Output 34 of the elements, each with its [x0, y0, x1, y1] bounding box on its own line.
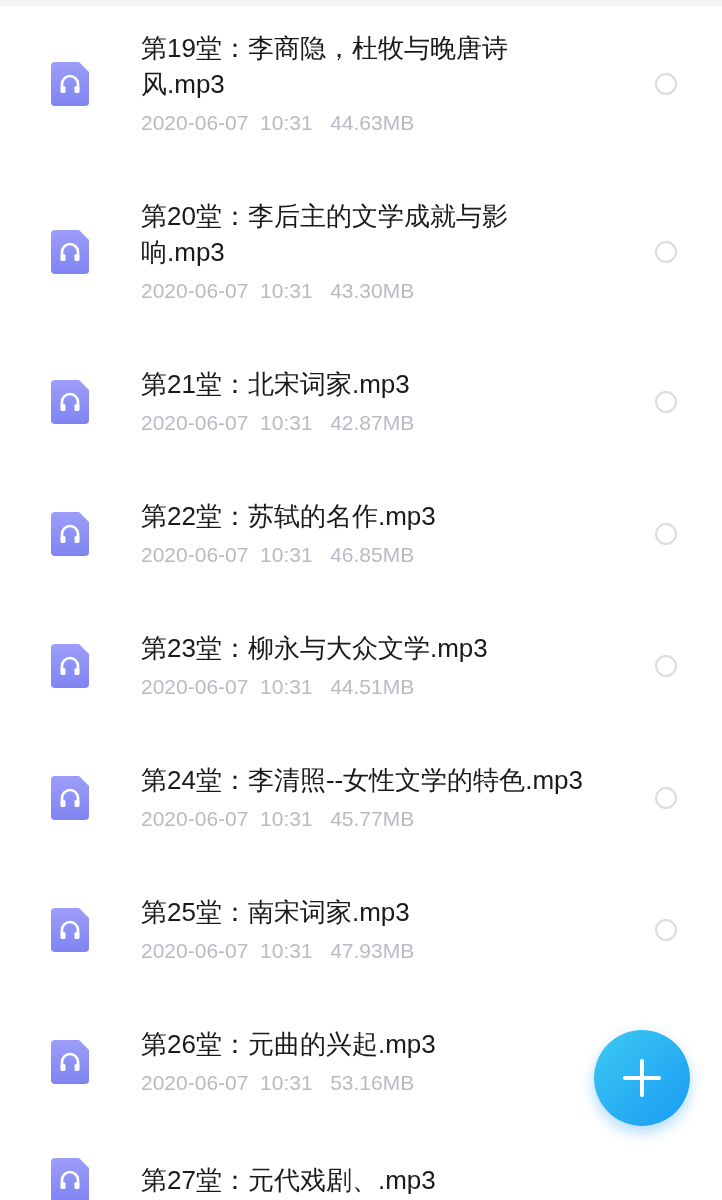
audio-file-icon: [51, 380, 89, 424]
audio-file-icon: [51, 1040, 89, 1084]
select-radio[interactable]: [655, 523, 677, 545]
file-meta: 2020-06-07 10:31 53.16MB: [141, 1070, 416, 1096]
select-radio[interactable]: [655, 919, 677, 941]
file-meta: 2020-06-07 10:31 45.77MB: [141, 806, 416, 832]
audio-file-icon: [51, 644, 89, 688]
file-meta: 2020-06-07 10:31 47.93MB: [141, 938, 416, 964]
select-radio[interactable]: [655, 655, 677, 677]
file-name[interactable]: 第27堂：元代戏剧、.mp3: [141, 1162, 436, 1198]
select-radio[interactable]: [655, 391, 677, 413]
file-meta: 2020-06-07 10:31 42.87MB: [141, 410, 416, 436]
file-meta: 2020-06-07 10:31 44.63MB: [141, 110, 416, 136]
file-meta: 2020-06-07 10:31 43.30MB: [141, 278, 416, 304]
file-name[interactable]: 第25堂：南宋词家.mp3: [141, 894, 410, 930]
file-meta: 2020-06-07 10:31 46.85MB: [141, 542, 416, 568]
audio-file-icon: [51, 230, 89, 274]
select-radio[interactable]: [655, 73, 677, 95]
audio-file-icon: [51, 908, 89, 952]
file-name[interactable]: 第22堂：苏轼的名作.mp3: [141, 498, 436, 534]
file-name[interactable]: 第24堂：李清照--女性文学的特色.mp3: [141, 762, 584, 798]
audio-file-icon: [51, 776, 89, 820]
audio-file-icon: [51, 512, 89, 556]
file-name[interactable]: 第21堂：北宋词家.mp3: [141, 366, 410, 402]
file-name[interactable]: 第20堂：李后主的文学成就与影响.mp3: [141, 198, 587, 270]
file-name[interactable]: 第23堂：柳永与大众文学.mp3: [141, 630, 488, 666]
file-name[interactable]: 第19堂：李商隐，杜牧与晚唐诗风.mp3: [141, 30, 587, 102]
audio-file-icon: [51, 62, 89, 106]
select-radio[interactable]: [655, 241, 677, 263]
plus-icon: [623, 1059, 661, 1097]
file-meta: 2020-06-07 10:31 44.51MB: [141, 674, 416, 700]
select-radio[interactable]: [655, 787, 677, 809]
file-name[interactable]: 第26堂：元曲的兴起.mp3: [141, 1026, 436, 1062]
add-button[interactable]: [594, 1030, 690, 1126]
